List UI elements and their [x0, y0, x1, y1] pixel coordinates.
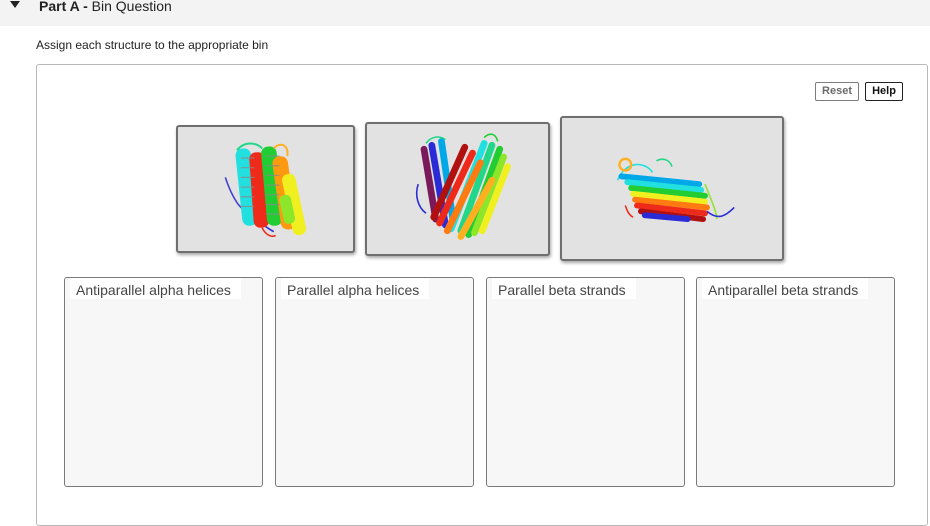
bin-parallel-alpha-helices[interactable]: Parallel alpha helices [275, 277, 474, 487]
bin-parallel-beta-strands[interactable]: Parallel beta strands [486, 277, 685, 487]
part-header[interactable]: Part A - Bin Question [0, 0, 930, 26]
structure-card-beta-sheet[interactable] [560, 116, 784, 261]
reset-button[interactable]: Reset [815, 82, 859, 101]
part-label: Part A - [39, 0, 88, 14]
bin-label: Antiparallel alpha helices [70, 278, 241, 299]
bin-antiparallel-alpha-helices[interactable]: Antiparallel alpha helices [64, 277, 263, 487]
help-button[interactable]: Help [865, 82, 903, 101]
part-question-type: Bin Question [91, 0, 172, 14]
structure-card-helix-bundle[interactable] [176, 125, 355, 253]
bin-label: Antiparallel beta strands [702, 278, 869, 299]
structure-card-beta-barrel[interactable] [365, 122, 550, 256]
beta-sheet-image [616, 157, 735, 223]
helix-bundle-image [224, 142, 307, 237]
bin-label: Parallel alpha helices [281, 278, 430, 299]
instruction-text: Assign each structure to the appropriate… [36, 38, 269, 52]
part-title: Part A - Bin Question [39, 0, 172, 15]
bin-label: Parallel beta strands [492, 278, 636, 299]
bin-antiparallel-beta-strands[interactable]: Antiparallel beta strands [696, 277, 895, 487]
beta-barrel-image [415, 133, 511, 240]
caret-down-icon[interactable] [10, 1, 20, 8]
